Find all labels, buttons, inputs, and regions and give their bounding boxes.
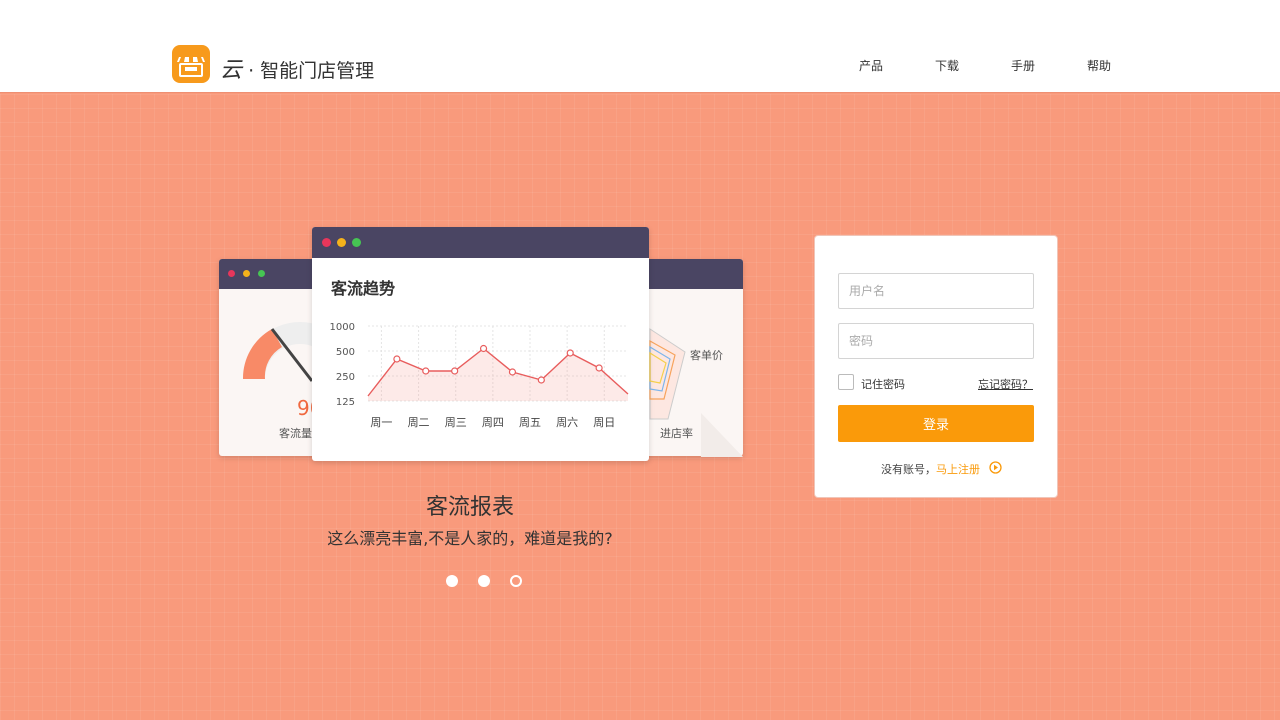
nav-item-help[interactable]: 帮助 <box>1087 57 1111 74</box>
play-circle-icon[interactable] <box>989 461 1002 474</box>
x-tick-label: 周日 <box>593 416 615 429</box>
remember-password-label: 记住密码 <box>861 378 905 391</box>
login-button[interactable]: 登录 <box>838 405 1034 442</box>
x-tick-label: 周五 <box>519 416 541 429</box>
y-tick-label: 1000 <box>330 322 355 333</box>
store-logo-icon <box>172 45 210 83</box>
y-tick-label: 125 <box>336 397 355 408</box>
data-point <box>479 344 488 353</box>
line-chart: 1000 500 250 125 周一 周二 周三 周四 周五 周六 周日 <box>330 322 629 429</box>
data-point <box>566 349 574 357</box>
chart-window-titlebar <box>312 227 649 258</box>
nav-item-download[interactable]: 下载 <box>935 57 959 74</box>
x-tick-label: 周四 <box>482 416 504 429</box>
y-tick-label: 250 <box>336 372 355 383</box>
carousel-dot-2[interactable] <box>478 575 490 587</box>
x-tick-label: 周一 <box>370 416 392 429</box>
data-point <box>508 368 517 376</box>
forgot-password-link[interactable]: 忘记密码？ <box>978 376 1033 392</box>
register-link[interactable]: 马上注册 <box>936 463 980 476</box>
brand-name: 智能门店管理 <box>260 60 375 82</box>
data-point <box>422 367 430 375</box>
minimize-dot-icon <box>337 238 346 247</box>
hero-subtitle: 这么漂亮丰富,不是人家的，难道是我的? <box>327 529 613 548</box>
radar-chart-icon <box>649 328 686 420</box>
x-tick-label: 周二 <box>408 416 430 429</box>
username-input[interactable] <box>838 273 1034 309</box>
carousel-dot-3-active[interactable] <box>510 575 522 587</box>
x-tick-label: 周三 <box>445 416 467 429</box>
brand-separator: · <box>248 60 255 82</box>
radar-label-entry-rate: 进店率 <box>660 427 693 440</box>
register-row: 没有账号，马上注册 <box>881 461 980 477</box>
remember-password-checkbox[interactable] <box>838 374 854 390</box>
radar-label-unit-price: 客单价 <box>690 349 723 362</box>
password-input[interactable] <box>838 323 1034 359</box>
trend-chart-window: 客流趋势 1000 500 250 125 周一 周二 周三 周四 周五 周六 周日 <box>312 227 649 461</box>
gauge-label: 客流量 <box>279 427 312 440</box>
close-dot-icon <box>228 270 235 277</box>
carousel-dot-1[interactable] <box>446 575 458 587</box>
nav-item-manual[interactable]: 手册 <box>1011 57 1035 74</box>
y-tick-label: 500 <box>336 347 355 358</box>
brand-mark: 云 <box>220 58 243 83</box>
maximize-dot-icon <box>258 270 265 277</box>
no-account-text: 没有账号， <box>881 463 936 476</box>
brand-title: 云 · 智能门店管理 <box>220 52 374 84</box>
page-curl <box>701 413 743 457</box>
line-area <box>368 348 628 401</box>
minimize-dot-icon <box>243 270 250 277</box>
data-point <box>537 376 545 384</box>
data-point <box>595 364 603 372</box>
radar-window-titlebar <box>640 259 743 289</box>
data-point <box>393 355 401 363</box>
data-point <box>451 367 459 375</box>
nav-item-product[interactable]: 产品 <box>859 57 883 74</box>
maximize-dot-icon <box>352 238 361 247</box>
x-tick-label: 周六 <box>556 416 578 429</box>
hero-title: 客流报表 <box>425 495 514 520</box>
close-dot-icon <box>322 238 331 247</box>
